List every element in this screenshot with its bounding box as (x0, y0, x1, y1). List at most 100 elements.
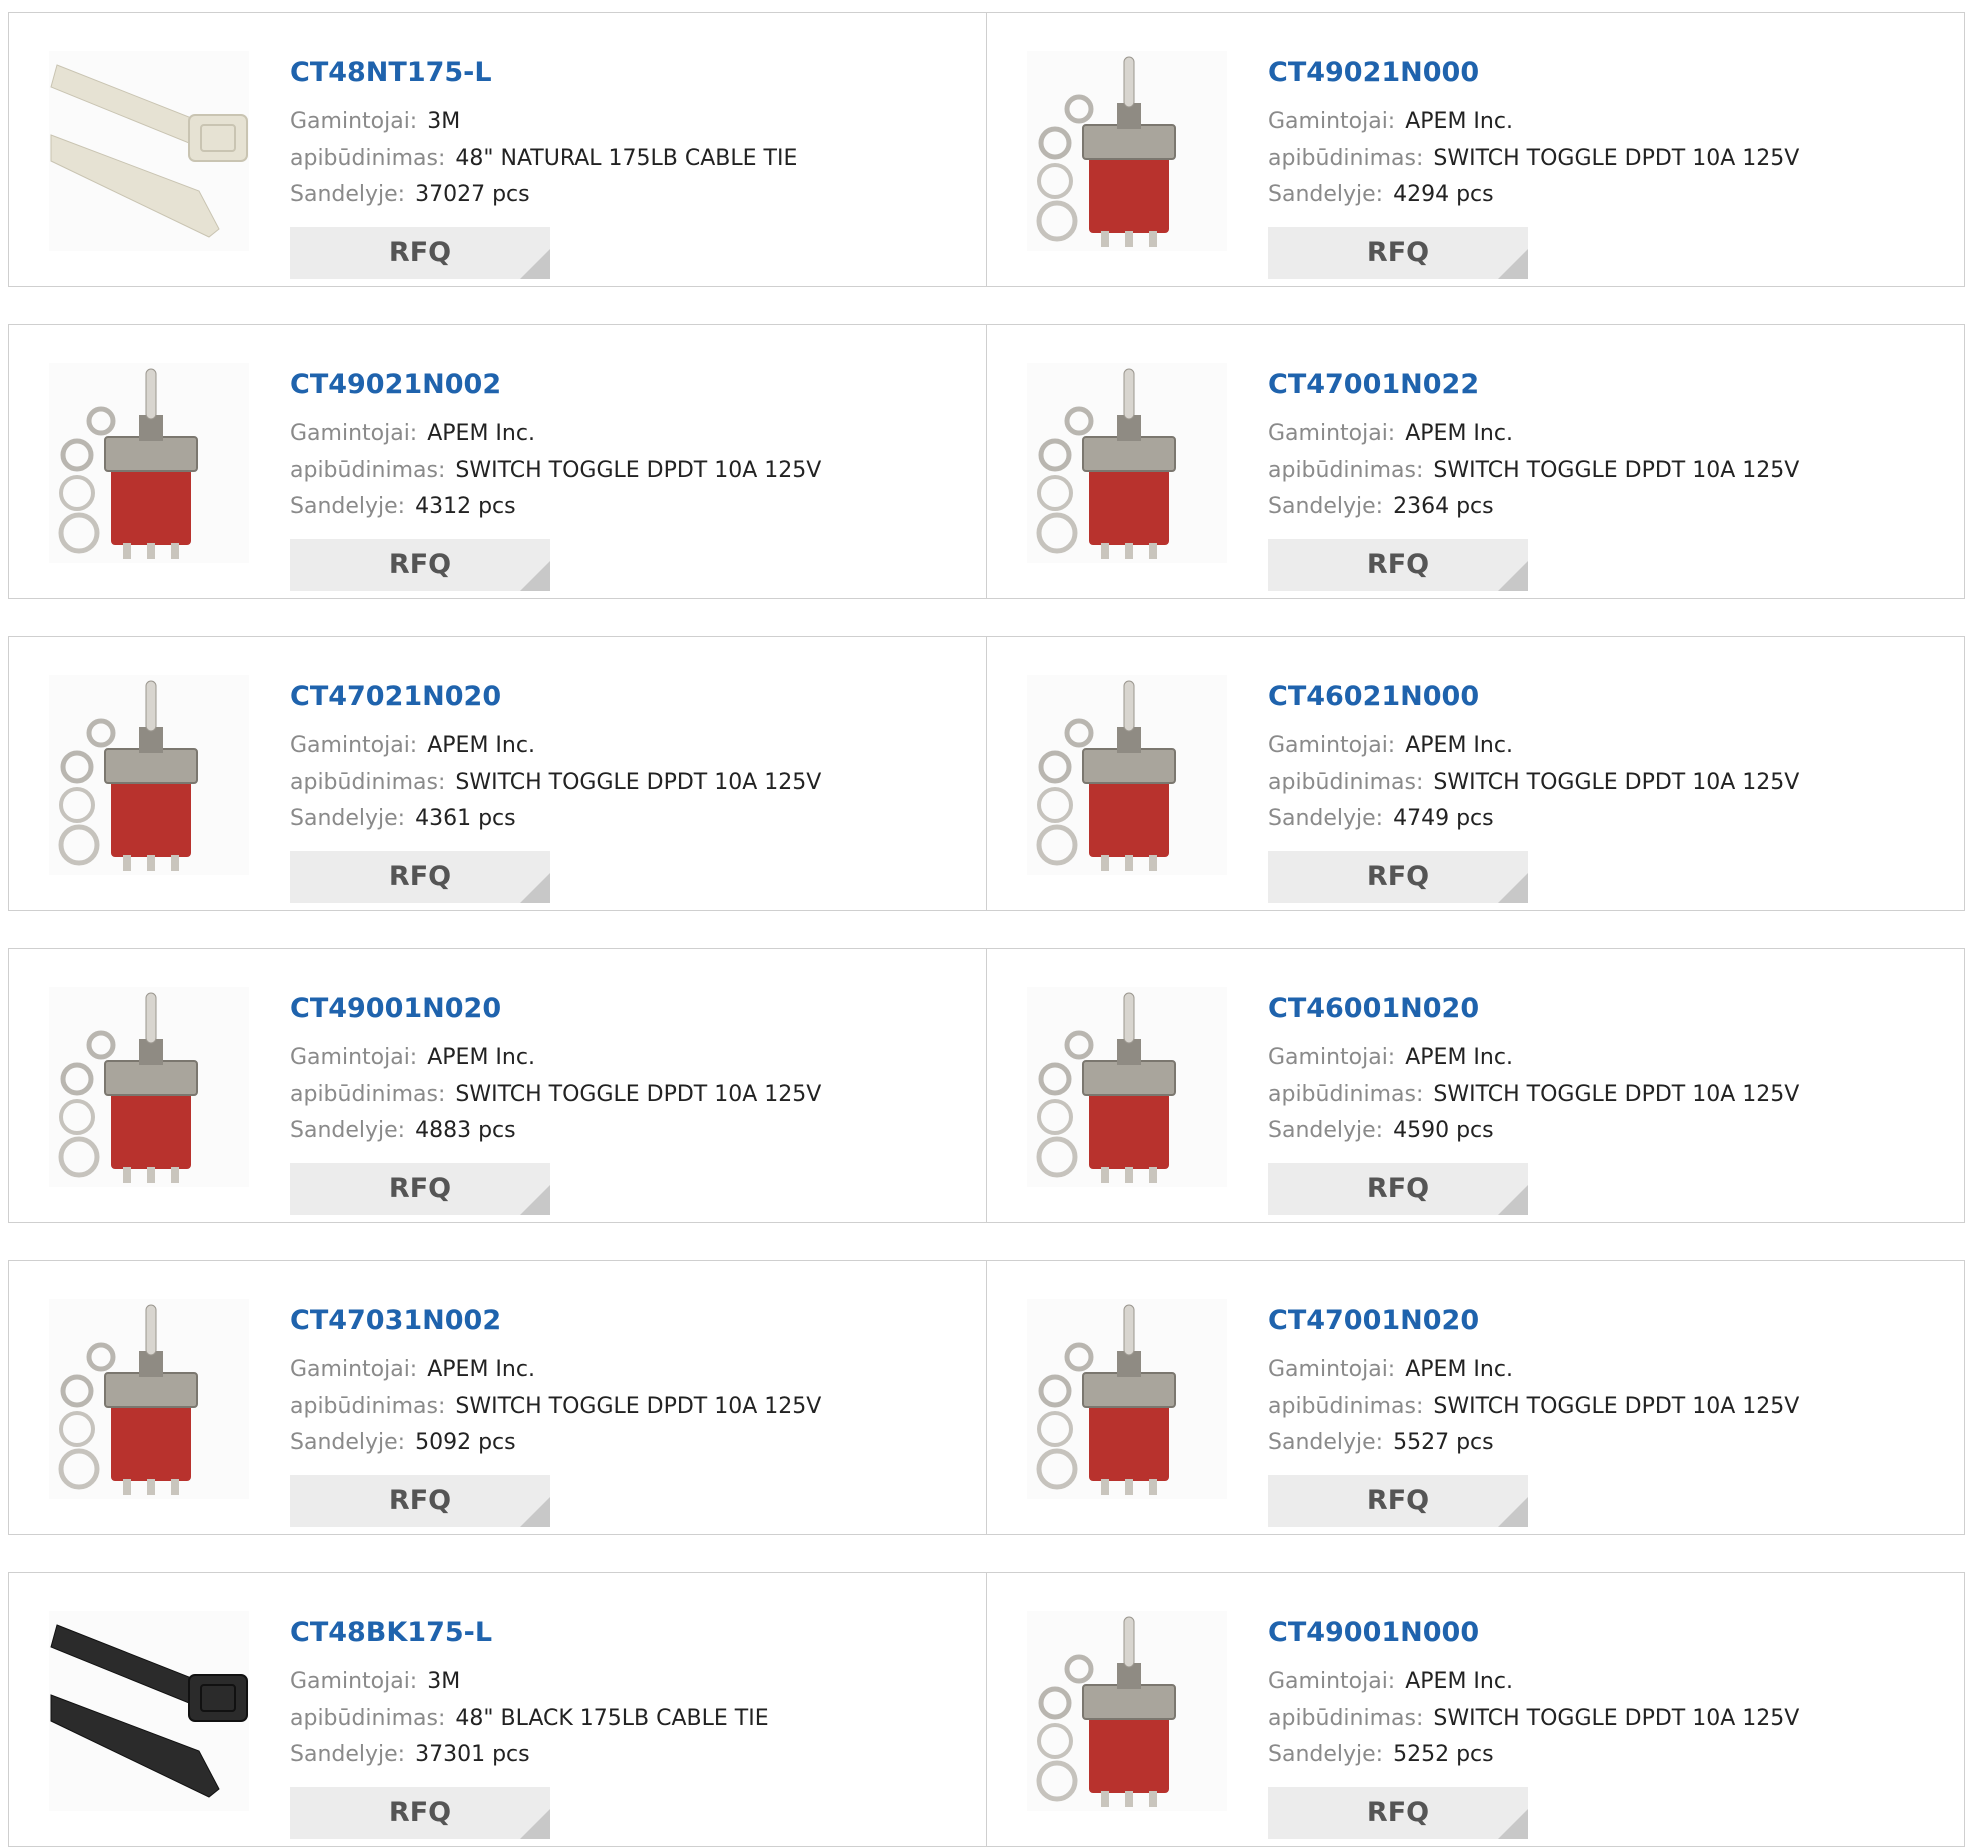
part-number-link[interactable]: CT47031N002 (290, 1305, 501, 1336)
corner-fold-icon (520, 1497, 550, 1527)
natural-cable-tie-image[interactable] (49, 51, 249, 251)
manufacturer-line: Gamintojai: APEM Inc. (290, 733, 535, 758)
rfq-button-label: RFQ (388, 237, 452, 268)
corner-fold-icon (520, 1809, 550, 1839)
rfq-button-label: RFQ (388, 861, 452, 892)
rfq-button-label: RFQ (388, 1173, 452, 1204)
part-number-link[interactable]: CT48BK175-L (290, 1617, 492, 1648)
stock-label: Sandelyje: (1268, 806, 1384, 831)
stock-line: Sandelyje: 4590 pcs (1268, 1118, 1494, 1143)
part-number-link[interactable]: CT46021N000 (1268, 681, 1479, 712)
stock-value: 5252 pcs (1393, 1742, 1494, 1767)
stock-line: Sandelyje: 5252 pcs (1268, 1742, 1494, 1767)
stock-label: Sandelyje: (1268, 1118, 1384, 1143)
manufacturer-value: APEM Inc. (1405, 733, 1513, 758)
black-cable-tie-image[interactable] (49, 1611, 249, 1811)
manufacturer-value: APEM Inc. (427, 1045, 535, 1070)
corner-fold-icon (520, 561, 550, 591)
rfq-button[interactable]: RFQ (1268, 1475, 1528, 1527)
manufacturer-value: APEM Inc. (427, 733, 535, 758)
rfq-button[interactable]: RFQ (1268, 851, 1528, 903)
product-row: CT48BK175-L Gamintojai: 3M apibūdinimas: 4… (8, 1572, 1965, 1847)
product-card: CT47021N020 Gamintojai: APEM Inc. apibūdi… (9, 637, 986, 910)
description-value: SWITCH TOGGLE DPDT 10A 125V (455, 770, 822, 795)
corner-fold-icon (1498, 1185, 1528, 1215)
rfq-button[interactable]: RFQ (290, 851, 550, 903)
toggle-switch-image[interactable] (1027, 987, 1227, 1187)
description-label: apibūdinimas: (1268, 1082, 1424, 1107)
toggle-switch-image[interactable] (49, 1299, 249, 1499)
part-number-link[interactable]: CT49021N000 (1268, 57, 1479, 88)
rfq-button-label: RFQ (388, 1485, 452, 1516)
description-line: apibūdinimas: SWITCH TOGGLE DPDT 10A 125V (290, 1082, 821, 1107)
corner-fold-icon (1498, 873, 1528, 903)
part-number-link[interactable]: CT47001N022 (1268, 369, 1479, 400)
description-label: apibūdinimas: (1268, 458, 1424, 483)
rfq-button-label: RFQ (1366, 1797, 1430, 1828)
product-row: CT48NT175-L Gamintojai: 3M apibūdinimas: 4… (8, 12, 1965, 287)
description-value: 48" NATURAL 175LB CABLE TIE (455, 146, 798, 171)
rfq-button[interactable]: RFQ (1268, 227, 1528, 279)
stock-line: Sandelyje: 4883 pcs (290, 1118, 516, 1143)
toggle-switch-image[interactable] (1027, 675, 1227, 875)
toggle-switch-image[interactable] (49, 987, 249, 1187)
part-number-link[interactable]: CT46001N020 (1268, 993, 1479, 1024)
corner-fold-icon (520, 1185, 550, 1215)
manufacturer-line: Gamintojai: APEM Inc. (1268, 1357, 1513, 1382)
description-label: apibūdinimas: (1268, 770, 1424, 795)
toggle-switch-image[interactable] (49, 675, 249, 875)
description-value: SWITCH TOGGLE DPDT 10A 125V (455, 1394, 822, 1419)
rfq-button[interactable]: RFQ (1268, 1163, 1528, 1215)
description-line: apibūdinimas: SWITCH TOGGLE DPDT 10A 125V (1268, 770, 1799, 795)
stock-label: Sandelyje: (290, 182, 406, 207)
stock-line: Sandelyje: 37301 pcs (290, 1742, 530, 1767)
toggle-switch-image[interactable] (1027, 1611, 1227, 1811)
manufacturer-line: Gamintojai: APEM Inc. (1268, 109, 1513, 134)
product-row: CT47021N020 Gamintojai: APEM Inc. apibūdi… (8, 636, 1965, 911)
stock-line: Sandelyje: 4361 pcs (290, 806, 516, 831)
part-number-link[interactable]: CT47021N020 (290, 681, 501, 712)
manufacturer-line: Gamintojai: APEM Inc. (290, 421, 535, 446)
manufacturer-label: Gamintojai: (290, 421, 418, 446)
rfq-button-label: RFQ (1366, 237, 1430, 268)
rfq-button[interactable]: RFQ (290, 539, 550, 591)
rfq-button[interactable]: RFQ (1268, 539, 1528, 591)
toggle-switch-image[interactable] (1027, 1299, 1227, 1499)
part-number-link[interactable]: CT48NT175-L (290, 57, 492, 88)
description-line: apibūdinimas: 48" BLACK 175LB CABLE TIE (290, 1706, 769, 1731)
product-row: CT49001N020 Gamintojai: APEM Inc. apibūdi… (8, 948, 1965, 1223)
product-card: CT49001N020 Gamintojai: APEM Inc. apibūdi… (9, 949, 986, 1222)
rfq-button[interactable]: RFQ (290, 1163, 550, 1215)
description-label: apibūdinimas: (290, 1082, 446, 1107)
product-card: CT49021N000 Gamintojai: APEM Inc. apibūdi… (986, 13, 1964, 286)
toggle-switch-image[interactable] (1027, 363, 1227, 563)
rfq-button-label: RFQ (388, 1797, 452, 1828)
product-card: CT48BK175-L Gamintojai: 3M apibūdinimas: 4… (9, 1573, 986, 1846)
rfq-button[interactable]: RFQ (290, 1787, 550, 1839)
toggle-switch-image[interactable] (49, 363, 249, 563)
part-number-link[interactable]: CT49001N000 (1268, 1617, 1479, 1648)
stock-line: Sandelyje: 37027 pcs (290, 182, 530, 207)
rfq-button[interactable]: RFQ (290, 227, 550, 279)
part-number-link[interactable]: CT49001N020 (290, 993, 501, 1024)
manufacturer-value: 3M (427, 1669, 461, 1694)
part-number-link[interactable]: CT49021N002 (290, 369, 501, 400)
stock-value: 37301 pcs (415, 1742, 530, 1767)
description-value: SWITCH TOGGLE DPDT 10A 125V (455, 1082, 822, 1107)
description-value: SWITCH TOGGLE DPDT 10A 125V (1433, 1706, 1800, 1731)
description-label: apibūdinimas: (290, 770, 446, 795)
manufacturer-line: Gamintojai: 3M (290, 109, 460, 134)
toggle-switch-image[interactable] (1027, 51, 1227, 251)
corner-fold-icon (1498, 561, 1528, 591)
description-value: SWITCH TOGGLE DPDT 10A 125V (1433, 146, 1800, 171)
description-label: apibūdinimas: (1268, 1394, 1424, 1419)
product-card: CT48NT175-L Gamintojai: 3M apibūdinimas: 4… (9, 13, 986, 286)
stock-value: 5527 pcs (1393, 1430, 1494, 1455)
part-number-link[interactable]: CT47001N020 (1268, 1305, 1479, 1336)
description-value: SWITCH TOGGLE DPDT 10A 125V (455, 458, 822, 483)
description-line: apibūdinimas: 48" NATURAL 175LB CABLE TIE (290, 146, 797, 171)
rfq-button[interactable]: RFQ (290, 1475, 550, 1527)
rfq-button[interactable]: RFQ (1268, 1787, 1528, 1839)
description-line: apibūdinimas: SWITCH TOGGLE DPDT 10A 125V (1268, 1706, 1799, 1731)
manufacturer-value: APEM Inc. (1405, 109, 1513, 134)
